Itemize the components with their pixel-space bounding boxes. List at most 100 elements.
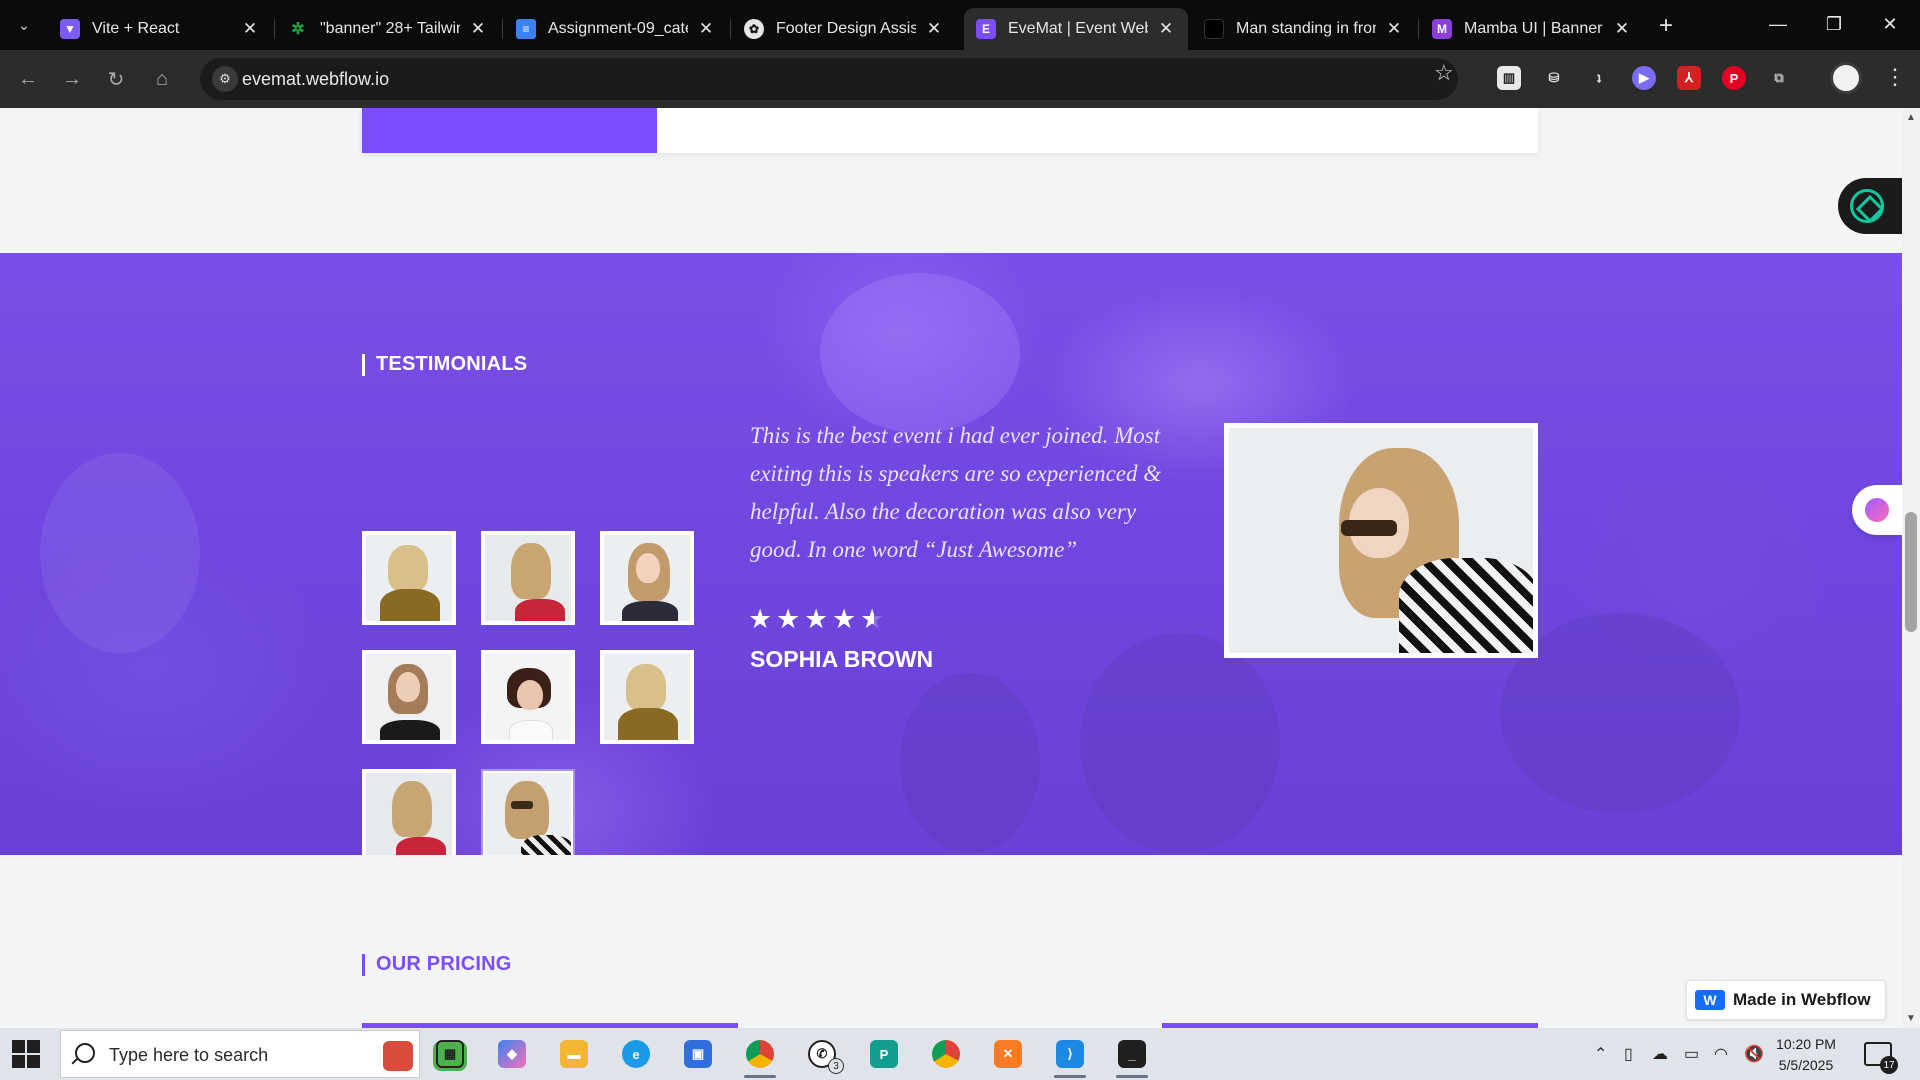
tab-title: Footer Design Assista	[776, 20, 916, 37]
previous-section-card	[362, 108, 1538, 153]
extension-cookie-icon[interactable]: ⛁	[1542, 66, 1566, 90]
close-icon[interactable]: ✕	[1612, 19, 1632, 39]
tab-mamba-ui[interactable]: M Mamba UI | Banner c ✕	[1420, 8, 1644, 50]
whatsapp-icon[interactable]: ✆ 3	[798, 1034, 846, 1074]
testimonials-section: TESTIMONIALS This is the best event i ha…	[0, 253, 1902, 855]
webflow-logo-icon: W	[1695, 990, 1725, 1010]
onedrive-icon[interactable]: ☁	[1652, 1044, 1668, 1064]
close-icon[interactable]: ✕	[1156, 19, 1176, 39]
testimonial-thumbnail[interactable]	[481, 531, 575, 625]
star-rating: ★ ★ ★ ★ ★	[748, 604, 888, 635]
mamba-ui-icon: M	[1432, 19, 1452, 39]
close-icon[interactable]: ✕	[696, 19, 716, 39]
reload-icon[interactable]: ↻	[100, 63, 132, 95]
star-full-icon: ★	[804, 604, 829, 634]
google-docs-icon: ≡	[516, 19, 536, 39]
file-explorer-icon[interactable]: ▬	[550, 1034, 598, 1074]
site-info-icon[interactable]: ⚙	[212, 66, 238, 92]
search-icon	[75, 1043, 95, 1063]
testimonials-heading: TESTIMONIALS	[362, 353, 527, 376]
pycharm-icon[interactable]: P	[860, 1034, 908, 1074]
tray-overflow-icon[interactable]: ⌃	[1594, 1044, 1607, 1064]
whatsapp-unread-badge: 3	[828, 1058, 844, 1074]
search-placeholder: Type here to search	[109, 1045, 269, 1065]
copilot-icon[interactable]: ◆	[488, 1034, 536, 1074]
close-icon[interactable]: ✕	[1384, 19, 1404, 39]
new-tab-button[interactable]: +	[1652, 12, 1680, 40]
url-text[interactable]: evemat.webflow.io	[242, 69, 389, 90]
page-viewport: TESTIMONIALS This is the best event i ha…	[0, 108, 1902, 1028]
minimize-icon[interactable]: —	[1750, 0, 1806, 48]
volume-muted-icon[interactable]: 🔇	[1744, 1044, 1764, 1064]
battery-icon[interactable]: ▭	[1684, 1044, 1699, 1064]
tab-search-dropdown-icon[interactable]: ⌄	[10, 12, 38, 38]
chrome-profile-icon[interactable]	[922, 1034, 970, 1074]
reading-list-icon[interactable]: ▥	[1497, 66, 1521, 90]
close-icon[interactable]: ✕	[468, 19, 488, 39]
close-window-icon[interactable]: ✕	[1862, 0, 1918, 48]
testimonial-thumbnail[interactable]	[600, 650, 694, 744]
tab-evemat[interactable]: E EveMat | Event WebF ✕	[964, 8, 1188, 50]
assistant-side-button[interactable]	[1852, 485, 1902, 535]
testimonial-thumbnail[interactable]	[600, 531, 694, 625]
task-view-icon[interactable]: ▦	[426, 1034, 474, 1074]
restore-icon[interactable]: ❐	[1806, 0, 1862, 48]
made-in-webflow-badge[interactable]: W Made in Webflow	[1686, 980, 1886, 1020]
scroll-up-icon[interactable]: ▲	[1906, 112, 1916, 123]
vscode-icon[interactable]: ⟩	[1046, 1034, 1094, 1078]
close-icon[interactable]: ✕	[240, 19, 260, 39]
evemat-icon: E	[976, 19, 996, 39]
chatgpt-icon: ✿	[744, 19, 764, 39]
address-bar[interactable]: ⚙ evemat.webflow.io	[200, 58, 1458, 100]
testimonial-author-name: SOPHIA BROWN	[750, 646, 934, 672]
vite-icon: ▼	[60, 19, 80, 39]
section-title: OUR PRICING	[376, 953, 512, 975]
microsoft-store-icon[interactable]: ▣	[674, 1034, 722, 1074]
profile-avatar[interactable]	[1830, 62, 1862, 94]
pinterest-icon[interactable]: P	[1722, 66, 1746, 90]
browser-tab-strip: ⌄ ▼ Vite + React ✕ ✲ "banner" 28+ Tailwi…	[0, 0, 1920, 50]
windows-start-icon[interactable]	[12, 1040, 42, 1070]
home-icon[interactable]: ⌂	[146, 63, 178, 95]
scrollbar-thumb[interactable]	[1905, 512, 1917, 632]
testimonial-thumbnail[interactable]	[481, 650, 575, 744]
testimonial-thumbnail-active[interactable]	[481, 769, 575, 855]
extension-translate-icon[interactable]: ʇ	[1587, 66, 1611, 90]
tab-banner-tailwind[interactable]: ✲ "banner" 28+ Tailwind ✕	[276, 8, 500, 50]
testimonial-thumbnail[interactable]	[362, 769, 456, 855]
scroll-down-icon[interactable]: ▼	[1906, 1013, 1916, 1024]
tab-title: EveMat | Event WebF	[1008, 20, 1148, 37]
taskbar-search-box[interactable]: Type here to search	[60, 1030, 467, 1078]
forward-arrow-icon[interactable]: →	[56, 63, 88, 95]
close-icon[interactable]: ✕	[924, 19, 944, 39]
tab-footer-design[interactable]: ✿ Footer Design Assista ✕	[732, 8, 956, 50]
terminal-icon[interactable]: _	[1108, 1034, 1156, 1078]
testimonial-thumbnail[interactable]	[362, 650, 456, 744]
star-full-icon: ★	[748, 604, 773, 634]
star-half-icon: ★	[860, 604, 888, 635]
unsplash-icon	[1204, 19, 1224, 39]
extension-play-icon[interactable]: ▶	[1632, 66, 1656, 90]
wifi-icon[interactable]: ◠	[1714, 1044, 1728, 1064]
chrome-icon[interactable]	[736, 1034, 784, 1078]
taskbar-clock[interactable]: 10:20 PM 5/5/2025	[1770, 1034, 1842, 1076]
star-full-icon: ★	[832, 604, 857, 634]
testimonial-thumbnail[interactable]	[362, 531, 456, 625]
pricing-heading: OUR PRICING	[362, 953, 512, 976]
testimonial-featured-photo	[1224, 423, 1538, 658]
menu-kebab-icon[interactable]: ⋮	[1884, 64, 1906, 90]
tab-vite-react[interactable]: ▼ Vite + React ✕	[48, 8, 272, 50]
chatgpt-floating-button[interactable]	[1838, 178, 1902, 234]
extensions-puzzle-icon[interactable]: ⧉	[1767, 66, 1791, 90]
edge-icon[interactable]: e	[612, 1034, 660, 1074]
tab-man-standing[interactable]: Man standing in fron ✕	[1192, 8, 1416, 50]
tray-device-icon[interactable]: ▯	[1624, 1044, 1633, 1064]
back-arrow-icon[interactable]: ←	[12, 63, 44, 95]
search-highlight-icon	[383, 1041, 413, 1071]
xampp-icon[interactable]: ✕	[984, 1034, 1032, 1074]
bookmark-star-icon[interactable]: ☆	[1434, 60, 1454, 86]
extension-pdf-icon[interactable]: ⅄	[1677, 66, 1701, 90]
page-scrollbar[interactable]: ▲ ▼	[1902, 108, 1920, 1028]
tab-title: Man standing in fron	[1236, 20, 1376, 37]
tab-assignment[interactable]: ≡ Assignment-09_categ ✕	[504, 8, 728, 50]
